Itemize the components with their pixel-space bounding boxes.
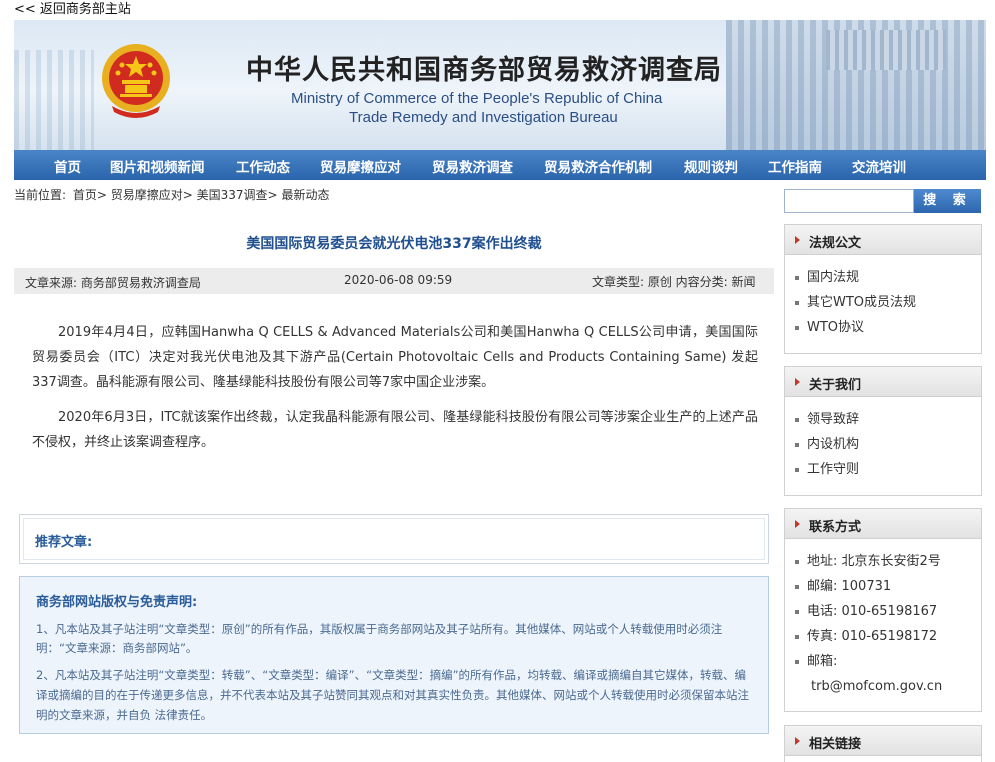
- bullet-icon: [795, 609, 799, 614]
- article-title: 美国国际贸易委员会就光伏电池337案作出终裁: [246, 236, 542, 252]
- header-banner: 中华人民共和国商务部贸易救济调查局 Ministry of Commerce o…: [14, 20, 986, 150]
- back-to-main-site-link[interactable]: << 返回商务部主站: [14, 1, 131, 19]
- nav-item-work-guide[interactable]: 工作指南: [768, 156, 822, 176]
- nav-item-photo-video-news[interactable]: 图片和视频新闻: [110, 156, 205, 176]
- site-title-en-line2: Trade Remedy and Investigation Bureau: [349, 109, 618, 126]
- breadcrumb-latest[interactable]: 最新动态: [281, 188, 329, 202]
- recommended-label: 推荐文章:: [35, 535, 93, 550]
- contact-email[interactable]: trb@mofcom.gov.cn: [795, 674, 981, 699]
- national-emblem-icon: [102, 44, 170, 118]
- search-input[interactable]: [784, 189, 914, 213]
- nav-item-trade-friction[interactable]: 贸易摩擦应对: [320, 156, 401, 176]
- triangle-bullet-icon: [795, 236, 800, 244]
- bullet-icon: [795, 467, 799, 472]
- sidebar-links: 相关链接: [784, 725, 982, 762]
- contact-phone: 电话: 010-65198167: [795, 599, 981, 624]
- article-body: 2019年4月4日，应韩国Hanwha Q CELLS & Advanced M…: [32, 320, 758, 465]
- bullet-icon: [795, 417, 799, 422]
- sidebar-item-departments[interactable]: 内设机构: [795, 432, 981, 457]
- copyright-paragraph: 1、凡本站及其子站注明“文章类型：原创”的所有作品，其版权属于商务部网站及其子站…: [36, 622, 723, 655]
- bullet-icon: [795, 442, 799, 447]
- contact-address: 地址: 北京东长安街2号: [795, 549, 981, 574]
- triangle-bullet-icon: [795, 737, 800, 745]
- sidebar-heading: 关于我们: [809, 378, 862, 393]
- search-button[interactable]: 搜 索: [914, 189, 981, 213]
- copyright-heading: 商务部网站版权与免责声明:: [36, 595, 198, 610]
- triangle-bullet-icon: [795, 378, 800, 386]
- sidebar-heading: 法规公文: [809, 236, 862, 251]
- bullet-icon: [795, 325, 799, 330]
- bullet-icon: [795, 275, 799, 280]
- article-type: 文章类型: 原创 内容分类: 新闻: [592, 275, 756, 289]
- nav-item-rule-negotiation[interactable]: 规则谈判: [684, 156, 738, 176]
- breadcrumb-home[interactable]: 首页>: [73, 188, 107, 202]
- sidebar-item-wto-agreements[interactable]: WTO协议: [795, 315, 981, 340]
- article-paragraph: 2020年6月3日，ITC就该案作出终裁，认定我晶科能源有限公司、隆基绿能科技股…: [32, 410, 758, 450]
- article-paragraph: 2019年4月4日，应韩国Hanwha Q CELLS & Advanced M…: [32, 325, 758, 390]
- breadcrumb: 当前位置: 首页> 贸易摩擦应对> 美国337调查> 最新动态: [14, 186, 329, 203]
- triangle-bullet-icon: [795, 520, 800, 528]
- contact-postcode: 邮编: 100731: [795, 574, 981, 599]
- sidebar-about: 关于我们 领导致辞 内设机构 工作守则: [784, 366, 982, 496]
- contact-email-label: 邮箱:: [795, 649, 981, 674]
- sidebar-heading: 联系方式: [809, 520, 862, 535]
- bullet-icon: [795, 300, 799, 305]
- nav-item-trade-remedy-investigation[interactable]: 贸易救济调查: [432, 156, 513, 176]
- sidebar-contact: 联系方式 地址: 北京东长安街2号 邮编: 100731 电话: 010-651…: [784, 508, 982, 712]
- sidebar-item-work-rules[interactable]: 工作守则: [795, 457, 981, 482]
- nav-item-work-updates[interactable]: 工作动态: [236, 156, 290, 176]
- main-nav: 首页 图片和视频新闻 工作动态 贸易摩擦应对 贸易救济调查 贸易救济合作机制 规…: [14, 150, 986, 180]
- bullet-icon: [795, 659, 799, 664]
- sidebar-item-leader-speech[interactable]: 领导致辞: [795, 407, 981, 432]
- breadcrumb-label: 当前位置:: [14, 188, 67, 202]
- copyright-paragraph: 2、凡本站及其子站注明“文章类型：转载”、“文章类型：编译”、“文章类型：摘编”…: [36, 668, 749, 722]
- sidebar-item-domestic-regulations[interactable]: 国内法规: [795, 265, 981, 290]
- breadcrumb-us-337[interactable]: 美国337调查>: [197, 188, 278, 202]
- article-source: 文章来源: 商务部贸易救济调查局: [25, 276, 201, 290]
- nav-item-cooperation-mechanism[interactable]: 贸易救济合作机制: [544, 156, 652, 176]
- site-title-cn: 中华人民共和国商务部贸易救济调查局: [246, 55, 722, 86]
- nav-item-home[interactable]: 首页: [54, 156, 81, 176]
- contact-fax: 传真: 010-65198172: [795, 624, 981, 649]
- bullet-icon: [795, 584, 799, 589]
- bullet-icon: [795, 559, 799, 564]
- sidebar-regulations: 法规公文 国内法规 其它WTO成员法规 WTO协议: [784, 224, 982, 354]
- nav-item-training[interactable]: 交流培训: [852, 156, 906, 176]
- breadcrumb-trade-friction[interactable]: 贸易摩擦应对>: [111, 188, 193, 202]
- copyright-notice: 商务部网站版权与免责声明: 1、凡本站及其子站注明“文章类型：原创”的所有作品，…: [19, 576, 769, 734]
- bullet-icon: [795, 634, 799, 639]
- sidebar-heading: 相关链接: [809, 737, 862, 752]
- site-title-en-line1: Ministry of Commerce of the People's Rep…: [291, 90, 663, 107]
- recommended-articles: 推荐文章:: [19, 514, 769, 564]
- article-date: 2020-06-08 09:59: [344, 273, 453, 287]
- sidebar-item-other-wto-regulations[interactable]: 其它WTO成员法规: [795, 290, 981, 315]
- article-meta: 文章来源: 商务部贸易救济调查局 2020-06-08 09:59 文章类型: …: [14, 268, 774, 294]
